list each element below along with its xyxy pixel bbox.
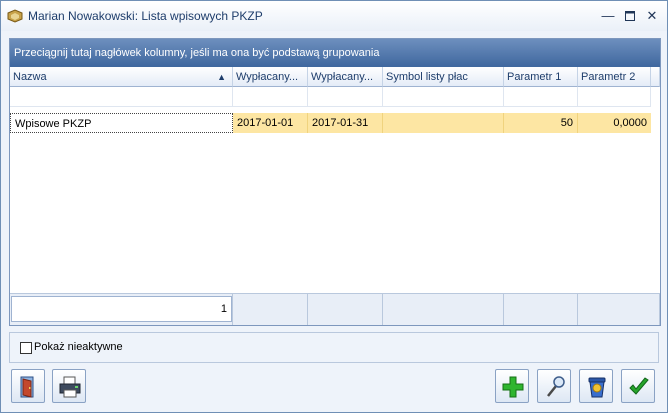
footer-cell bbox=[383, 293, 504, 325]
cell-wyplacany-od[interactable]: 2017-01-01 bbox=[233, 113, 308, 133]
column-header-wyplacany-od[interactable]: Wypłacany... bbox=[233, 67, 308, 87]
sort-ascending-icon: ▲ bbox=[217, 72, 226, 82]
window-title: Marian Nowakowski: Lista wpisowych PKZP bbox=[28, 9, 263, 23]
door-icon bbox=[20, 376, 34, 398]
confirm-button[interactable] bbox=[621, 369, 655, 403]
magnifier-icon bbox=[547, 376, 565, 397]
title-bar[interactable]: Marian Nowakowski: Lista wpisowych PKZP … bbox=[1, 1, 667, 31]
minimize-icon[interactable]: — bbox=[599, 7, 617, 25]
filter-cell-symbol[interactable] bbox=[383, 87, 504, 107]
filter-cell-wyplacany-od[interactable] bbox=[233, 87, 308, 107]
delete-button[interactable] bbox=[579, 369, 613, 403]
show-inactive-label[interactable]: Pokaż nieaktywne bbox=[34, 341, 123, 353]
edit-button[interactable] bbox=[537, 369, 571, 403]
footer-cell bbox=[308, 293, 383, 325]
add-button[interactable] bbox=[495, 369, 529, 403]
filter-cell-wyplacany-do[interactable] bbox=[308, 87, 383, 107]
footer-cell bbox=[504, 293, 578, 325]
column-header-parametr-2[interactable]: Parametr 2 bbox=[578, 67, 651, 87]
column-header-wyplacany-do[interactable]: Wypłacany... bbox=[308, 67, 383, 87]
plus-icon bbox=[502, 376, 524, 398]
cell-nazwa[interactable]: Wpisowe PKZP bbox=[10, 113, 233, 133]
checkmark-icon bbox=[629, 377, 649, 395]
show-inactive-checkbox[interactable] bbox=[20, 342, 32, 354]
maximize-icon[interactable] bbox=[621, 7, 639, 25]
window: Marian Nowakowski: Lista wpisowych PKZP … bbox=[0, 0, 668, 413]
printer-icon bbox=[59, 376, 81, 398]
column-header-symbol-listy-plac[interactable]: Symbol listy płac bbox=[383, 67, 504, 87]
footer-cell bbox=[578, 293, 660, 325]
close-icon[interactable]: ✕ bbox=[643, 7, 661, 25]
column-header-filler bbox=[651, 67, 660, 87]
filter-cell-parametr-1[interactable] bbox=[504, 87, 578, 107]
print-button[interactable] bbox=[52, 369, 86, 403]
cell-symbol[interactable] bbox=[383, 113, 504, 133]
column-header-nazwa[interactable]: Nazwa ▲ bbox=[10, 67, 233, 87]
data-grid: Przeciągnij tutaj nagłówek kolumny, jeśl… bbox=[9, 38, 661, 326]
exit-button[interactable] bbox=[11, 369, 45, 403]
app-icon bbox=[7, 9, 23, 23]
column-header-label: Nazwa bbox=[13, 71, 47, 83]
footer-cell bbox=[233, 293, 308, 325]
column-header-parametr-1[interactable]: Parametr 1 bbox=[504, 67, 578, 87]
group-by-area[interactable]: Przeciągnij tutaj nagłówek kolumny, jeśl… bbox=[10, 39, 660, 67]
cell-parametr-2[interactable]: 0,0000 bbox=[578, 113, 651, 133]
cell-parametr-1[interactable]: 50 bbox=[504, 113, 578, 133]
trash-icon bbox=[588, 377, 606, 398]
filter-cell-nazwa[interactable] bbox=[10, 87, 233, 107]
record-count: 1 bbox=[11, 296, 232, 322]
options-panel: Pokaż nieaktywne bbox=[9, 332, 659, 363]
filter-cell-parametr-2[interactable] bbox=[578, 87, 651, 107]
cell-wyplacany-do[interactable]: 2017-01-31 bbox=[308, 113, 383, 133]
